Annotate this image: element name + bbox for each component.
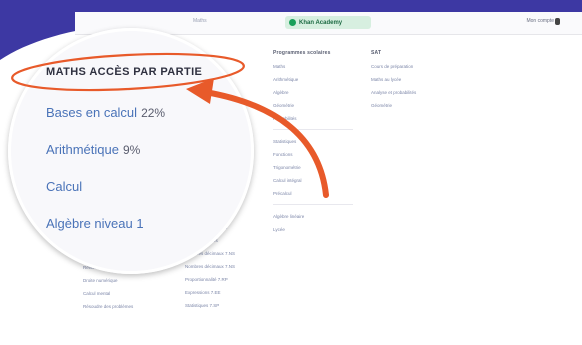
section-title: MATHS ACCÈS PAR PARTIE — [46, 66, 203, 78]
course-link[interactable]: Statistiques — [273, 139, 363, 144]
course-link[interactable]: Maths — [273, 64, 363, 69]
unit-label: Algèbre niveau 1 — [46, 216, 144, 231]
unit-label: Bases en calcul — [46, 105, 138, 120]
brand-name: Khan Academy — [299, 19, 343, 26]
column-divider — [273, 129, 353, 130]
course-link[interactable]: Géométrie — [371, 103, 451, 108]
course-link[interactable]: Calcul mental — [83, 291, 171, 296]
magnifier-lens: MATHS ACCÈS PAR PARTIE Bases en calcul 22… — [8, 28, 254, 274]
progress-percent: 22% — [141, 106, 166, 120]
course-link[interactable]: Expressions 7.EE — [185, 290, 265, 295]
course-link[interactable]: Lycée — [273, 227, 363, 232]
course-link[interactable]: Probabilités — [273, 116, 363, 121]
course-link[interactable]: Calcul intégral — [273, 178, 363, 183]
course-link[interactable]: Maths au lycée — [371, 77, 451, 82]
unit-link-arithmetique[interactable]: Arithmétique 9% — [46, 142, 140, 157]
unit-link-calcul[interactable]: Calcul — [46, 179, 82, 194]
unit-link-algebre-niveau-1[interactable]: Algèbre niveau 1 — [46, 216, 144, 231]
column-heading: Programmes scolaires — [273, 50, 331, 56]
unit-link-bases-en-calcul[interactable]: Bases en calcul 22% — [46, 105, 165, 120]
course-link[interactable]: Droite numérique — [83, 278, 171, 283]
course-link[interactable]: Résoudre des problèmes — [83, 304, 171, 309]
account-link[interactable]: Mon compte — [526, 18, 554, 24]
course-link[interactable]: Trigonométrie — [273, 165, 363, 170]
course-column-c: Programmes scolaires Maths Arithmétique … — [273, 50, 363, 240]
course-column-d: SAT Cours de préparation Maths au lycée … — [371, 50, 451, 116]
leaf-icon — [289, 19, 296, 26]
magnified-content: MATHS ACCÈS PAR PARTIE Bases en calcul 22… — [8, 28, 254, 274]
course-link[interactable]: Arithmétique — [273, 77, 363, 82]
unit-label: Arithmétique — [46, 142, 119, 157]
course-link[interactable]: Géométrie — [273, 103, 363, 108]
brand-logo[interactable]: Khan Academy — [285, 16, 371, 29]
course-link[interactable]: Algèbre — [273, 90, 363, 95]
course-link[interactable]: Proportionnalité 7.RP — [185, 277, 265, 282]
user-icon[interactable] — [555, 18, 560, 25]
course-link[interactable]: Analyse et probabilités — [371, 90, 451, 95]
course-link[interactable]: Algèbre linéaire — [273, 214, 363, 219]
column-heading: SAT — [371, 50, 382, 56]
course-link[interactable]: Fonctions — [273, 152, 363, 157]
unit-label: Calcul — [46, 179, 83, 194]
course-link[interactable]: Cours de préparation — [371, 64, 451, 69]
nav-link-maths[interactable]: Maths — [193, 18, 207, 24]
progress-percent: 9% — [122, 143, 141, 157]
course-link[interactable]: Statistiques 7.SP — [185, 303, 265, 308]
column-divider — [273, 204, 353, 205]
course-link[interactable]: Précalcul — [273, 191, 363, 196]
